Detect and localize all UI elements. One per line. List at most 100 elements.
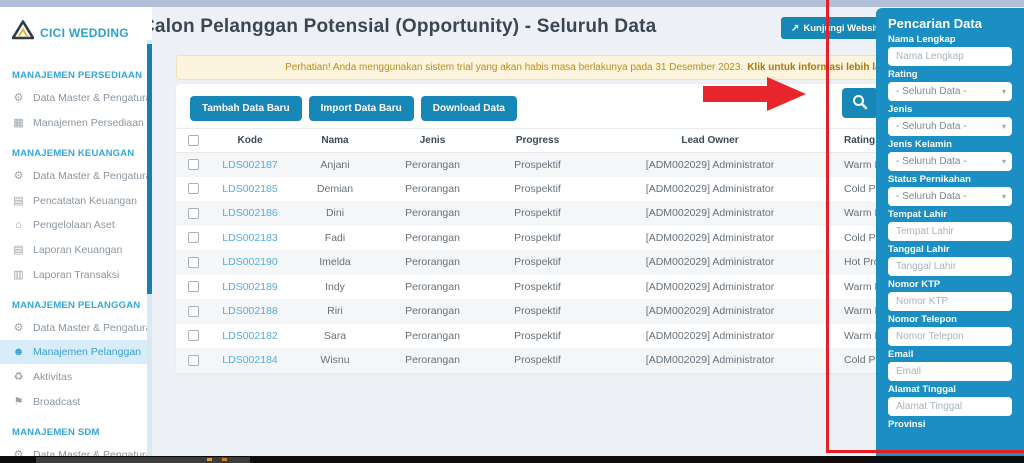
sidebar-section-title: MANAJEMEN PELANGGAN [12, 300, 141, 311]
field-label-jenis: Jenis [888, 104, 913, 115]
search-panel-fields: Nama Lengkap Rating - Seluruh Data - ▾ Jenis… [888, 34, 1012, 430]
sidebar-item-data-master-pengaturan[interactable]: ⚙ Data Master & Pengaturan [0, 163, 152, 188]
row-checkbox[interactable] [187, 281, 199, 293]
sidebar-item-label: Pengelolaan Aset [33, 219, 115, 231]
annotation-arrow-head [767, 77, 806, 111]
kode-link[interactable]: LDS002186 [210, 201, 290, 226]
sidebar: CICI WEDDING MANAJEMEN PERSEDIAAN ⚙ Data M… [0, 7, 152, 463]
search-toggle-button[interactable] [842, 88, 878, 118]
email-input[interactable] [888, 362, 1012, 381]
row-checkbox[interactable] [187, 183, 199, 195]
activity-icon: ♻ [13, 371, 24, 383]
row-checkbox[interactable] [187, 159, 199, 170]
banner-text: Perhatian! Anda menggunakan sistem trial… [285, 62, 744, 73]
field-label-jenis-kelamin: Jenis Kelamin [888, 139, 952, 150]
sidebar-item-label: Manajemen Pelanggan [33, 346, 141, 358]
money-check-icon: ▤ [13, 195, 24, 207]
status-pernikahan-select-value: - Seluruh Data - [896, 191, 967, 202]
field-label-status-pernikahan: Status Pernikahan [888, 174, 971, 185]
cell-progress: Prospektif [514, 305, 561, 318]
sidebar-nav: MANAJEMEN PERSEDIAAN ⚙ Data Master & Penga… [0, 53, 152, 463]
select-all-checkbox[interactable] [187, 135, 199, 147]
brand-logo-icon [11, 20, 35, 45]
cell-progress: Prospektif [514, 158, 561, 171]
cell-lead_owner: [ADM002029] Administrator [645, 256, 775, 269]
annotation-vertical-line [826, 0, 829, 452]
row-checkbox[interactable] [187, 330, 199, 342]
field-label-nomor-telepon: Nomor Telepon [888, 314, 957, 325]
field-label-tempat-lahir: Tempat Lahir [888, 209, 947, 220]
page-title: Calon Pelanggan Potensial (Opportunity) … [141, 16, 657, 37]
sidebar-item-manajemen-pelanggan[interactable]: ☻ Manajemen Pelanggan [0, 340, 152, 364]
rating-select[interactable]: - Seluruh Data - ▾ [888, 82, 1012, 101]
cell-nama: Fadi [324, 231, 346, 244]
report-icon: ▤ [13, 244, 24, 256]
column-header-kode: Kode [210, 130, 290, 153]
cell-nama: Dini [325, 207, 345, 220]
annotation-arrow [703, 86, 769, 102]
sidebar-scrollbar[interactable] [147, 40, 152, 456]
users-icon: ☻ [12, 346, 25, 358]
chevron-down-icon: ▾ [1001, 157, 1006, 166]
kode-link[interactable]: LDS002188 [210, 299, 290, 324]
sidebar-item-laporan-keuangan[interactable]: ▤ Laporan Keuangan [0, 237, 152, 262]
cell-nama: Wisnu [320, 354, 350, 367]
search-panel: Pencarian Data Nama Lengkap Rating - Selur… [876, 8, 1024, 463]
taskbar-item [36, 457, 250, 463]
sidebar-scrollbar-thumb[interactable] [147, 44, 152, 294]
jenis-select[interactable]: - Seluruh Data - ▾ [888, 117, 1012, 136]
sidebar-item-pengelolaan-aset[interactable]: ⌂ Pengelolaan Aset [0, 213, 152, 237]
visit-website-label: Kunjungi Website [803, 22, 884, 34]
row-checkbox[interactable] [187, 354, 199, 366]
sidebar-item-label: Aktivitas [33, 370, 73, 383]
jenis-kelamin-select-value: - Seluruh Data - [896, 156, 967, 167]
field-label-rating: Rating [888, 69, 918, 80]
sidebar-section-title: MANAJEMEN PERSEDIAAN [12, 70, 143, 81]
cell-jenis: Perorangan [405, 231, 460, 244]
app-screen: Calon Pelanggan Potensial (Opportunity) … [0, 0, 1024, 463]
window-top-strip [0, 0, 1024, 7]
sidebar-item-laporan-transaksi[interactable]: ▥ Laporan Transaksi [0, 262, 152, 287]
tempat-lahir-input[interactable] [888, 222, 1012, 241]
cell-nama: Imelda [319, 256, 351, 269]
brand[interactable]: CICI WEDDING [0, 7, 152, 53]
field-label-provinsi: Provinsi [888, 419, 926, 430]
tambah-data-baru-button[interactable]: Tambah Data Baru [190, 96, 302, 121]
sidebar-item-pencatatan-keuangan[interactable]: ▤ Pencatatan Keuangan [0, 188, 152, 213]
column-header-jenis: Jenis [380, 130, 485, 153]
field-label-alamat-tinggal: Alamat Tinggal [888, 384, 956, 395]
download-data-button[interactable]: Download Data [420, 96, 517, 121]
sidebar-item-data-master-pengaturan[interactable]: ⚙ Data Master & Pengaturan [0, 85, 152, 110]
kode-link[interactable]: LDS002184 [210, 348, 290, 373]
kode-link[interactable]: LDS002183 [210, 226, 290, 251]
jenis-kelamin-select[interactable]: - Seluruh Data - ▾ [888, 152, 1012, 171]
sidebar-item-manajemen-persediaan[interactable]: ▦ Manajemen Persediaan [0, 110, 152, 135]
annotation-horizontal-line [826, 450, 1024, 453]
sidebar-item-data-master-pengaturan[interactable]: ⚙ Data Master & Pengaturan [0, 315, 152, 340]
kode-link[interactable]: LDS002182 [210, 324, 290, 349]
cell-nama: Anjani [320, 158, 350, 171]
kode-link[interactable]: LDS002187 [210, 152, 290, 177]
cell-progress: Prospektif [514, 231, 561, 244]
cogs-icon: ⚙ [13, 322, 24, 334]
import-data-baru-button[interactable]: Import Data Baru [308, 96, 414, 121]
cell-jenis: Perorangan [405, 207, 460, 220]
sidebar-item-aktivitas[interactable]: ♻ Aktivitas [0, 364, 152, 389]
row-checkbox[interactable] [187, 232, 199, 244]
alamat-tinggal-input[interactable] [888, 397, 1012, 416]
sidebar-item-label: Data Master & Pengaturan [33, 169, 152, 182]
status-pernikahan-select[interactable]: - Seluruh Data - ▾ [888, 187, 1012, 206]
nama-lengkap-input[interactable] [888, 47, 1012, 66]
kode-link[interactable]: LDS002190 [210, 250, 290, 275]
cell-jenis: Perorangan [405, 354, 460, 367]
nomor-ktp-input[interactable] [888, 292, 1012, 311]
row-checkbox[interactable] [187, 305, 199, 317]
tanggal-lahir-input[interactable] [888, 257, 1012, 276]
cell-lead_owner: [ADM002029] Administrator [645, 280, 775, 293]
sidebar-item-broadcast[interactable]: ⚑ Broadcast [0, 389, 152, 414]
nomor-telepon-input[interactable] [888, 327, 1012, 346]
kode-link[interactable]: LDS002189 [210, 275, 290, 300]
kode-link[interactable]: LDS002185 [210, 177, 290, 202]
row-checkbox[interactable] [187, 207, 199, 219]
row-checkbox[interactable] [187, 256, 199, 268]
